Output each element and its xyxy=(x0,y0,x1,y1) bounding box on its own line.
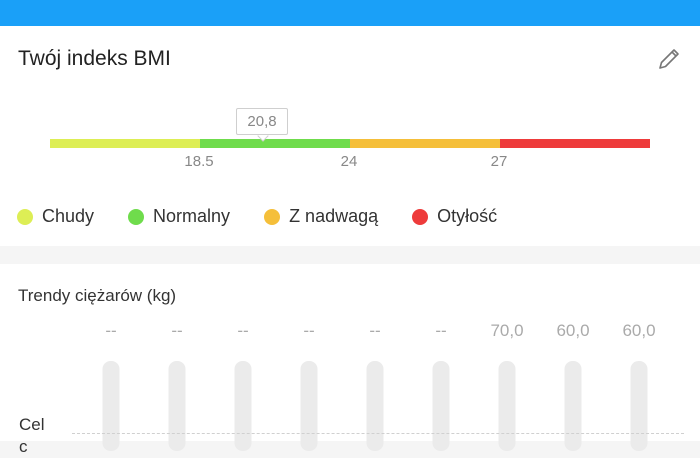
trend-bar[interactable] xyxy=(366,361,384,451)
bmi-tick: 18.5 xyxy=(184,153,214,170)
weight-trend-card: Trendy ciężarów (kg) -- -- -- -- -- -- 7… xyxy=(0,264,700,456)
trend-bar[interactable] xyxy=(564,361,582,451)
legend-label: Otyłość xyxy=(437,206,498,226)
bmi-card: Twój indeks BMI 18.5 24 27 20,8 Chudy No… xyxy=(0,26,700,246)
legend-dot xyxy=(128,208,145,225)
trend-value: -- xyxy=(171,321,183,340)
bmi-segment-normalny xyxy=(200,139,350,148)
pencil-icon xyxy=(659,49,679,69)
bmi-segment-z-nadwaga xyxy=(350,139,500,148)
goal-label-text: Cel xyxy=(19,415,45,434)
bmi-legend: Chudy Normalny Z nadwagą Otyłość xyxy=(17,206,531,227)
trend-value: -- xyxy=(303,321,315,340)
trend-bar[interactable] xyxy=(102,361,120,451)
goal-label-text-2: c xyxy=(19,437,28,456)
trend-bar[interactable] xyxy=(168,361,186,451)
legend-dot xyxy=(412,208,429,225)
trend-bar[interactable] xyxy=(630,361,648,451)
legend-item: Chudy xyxy=(17,206,94,227)
trend-bar[interactable] xyxy=(234,361,252,451)
legend-item: Normalny xyxy=(128,206,230,227)
legend-label: Normalny xyxy=(153,206,231,226)
trend-bar[interactable] xyxy=(498,361,516,451)
legend-label: Chudy xyxy=(42,206,95,226)
bmi-segment-otylosc xyxy=(500,139,650,148)
edit-button[interactable] xyxy=(654,44,684,74)
page-title: Twój indeks BMI xyxy=(18,47,171,70)
trend-value: -- xyxy=(105,321,117,340)
bmi-value-marker: 20,8 xyxy=(236,108,288,135)
trend-bar[interactable] xyxy=(300,361,318,451)
legend-dot xyxy=(264,208,281,225)
trend-bar[interactable] xyxy=(432,361,450,451)
trend-value: -- xyxy=(435,321,447,340)
status-bar xyxy=(0,0,700,26)
legend-dot xyxy=(17,208,33,225)
trend-value: -- xyxy=(237,321,249,340)
trend-value: 60,0 xyxy=(622,321,656,340)
trend-title: Trendy ciężarów (kg) xyxy=(18,286,177,305)
bmi-tick: 24 xyxy=(340,153,358,170)
bmi-scale xyxy=(50,139,650,148)
goal-line xyxy=(72,433,684,434)
bmi-tick: 27 xyxy=(490,153,508,170)
legend-label: Z nadwagą xyxy=(289,206,379,226)
trend-value: 70,0 xyxy=(490,321,524,340)
goal-label: Cel c xyxy=(19,414,45,458)
legend-item: Otyłość xyxy=(412,206,497,227)
bmi-segment-chudy xyxy=(50,139,200,148)
trend-value: -- xyxy=(369,321,381,340)
legend-item: Z nadwagą xyxy=(264,206,378,227)
trend-value: 60,0 xyxy=(556,321,590,340)
